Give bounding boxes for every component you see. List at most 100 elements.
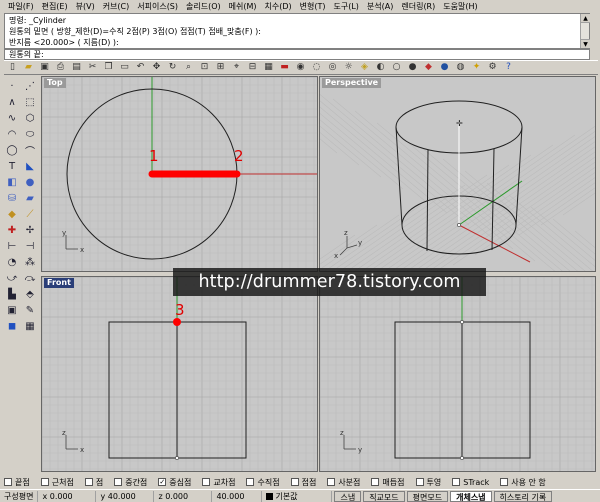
fillet-tool-icon[interactable]: ⌒ <box>22 142 38 158</box>
osnap-checkbox[interactable] <box>452 478 461 486</box>
osnap-item[interactable]: 사분점 <box>327 477 360 488</box>
viewport-title-perspective[interactable]: Perspective <box>322 78 382 88</box>
array-tool-icon[interactable]: ▙ <box>4 286 20 302</box>
mesh-tool-icon[interactable]: ◆ <box>4 206 20 222</box>
viewport-right[interactable]: z y <box>319 276 596 472</box>
viewport-top[interactable]: 1 2 y x Top <box>41 76 318 272</box>
polygon-tool-icon[interactable]: ⬡ <box>22 110 38 126</box>
osnap-item[interactable]: STrack <box>452 478 489 487</box>
osnap-item[interactable]: 점 <box>84 477 103 488</box>
osnap-item[interactable]: 접점 <box>290 477 316 488</box>
undo-icon[interactable]: ↶ <box>134 61 147 74</box>
viewport-front-canvas[interactable]: 3 z x <box>42 277 318 472</box>
select-icon[interactable]: ◌ <box>310 61 323 74</box>
split-tool-icon[interactable]: ⊣ <box>22 238 38 254</box>
snap-toggle-button[interactable]: 스냅 <box>334 490 362 502</box>
extrude-tool-icon[interactable]: ▰ <box>22 190 38 206</box>
scroll-down-icon[interactable]: ▼ <box>581 39 590 48</box>
box-tool-icon[interactable]: ◧ <box>4 174 20 190</box>
viewport-front[interactable]: 3 z x Front <box>41 276 318 472</box>
paste-icon[interactable]: ▭ <box>118 61 131 74</box>
pan-icon[interactable]: ✥ <box>150 61 163 74</box>
dimension-tool-icon[interactable]: ⟋ <box>22 206 38 222</box>
copy-tool-icon[interactable]: ⤼ <box>22 270 38 286</box>
menu-view[interactable]: 뷰(V) <box>72 1 99 12</box>
viewport-title-top[interactable]: Top <box>44 78 66 88</box>
zoom-window-icon[interactable]: ⊡ <box>198 61 211 74</box>
options-icon[interactable]: ⚙ <box>486 61 499 74</box>
viewport-right-canvas[interactable]: z y <box>320 277 596 472</box>
layer-icon[interactable]: ◈ <box>358 61 371 74</box>
osnap-checkbox[interactable] <box>500 478 509 486</box>
text-tool-icon[interactable]: T <box>4 158 20 174</box>
line-tool-icon[interactable]: ∧ <box>4 94 20 110</box>
command-history-scrollbar[interactable]: ▲ ▼ <box>580 14 590 48</box>
print-icon[interactable]: ⎙ <box>54 61 67 74</box>
copy-icon[interactable]: ❐ <box>102 61 115 74</box>
menu-mesh[interactable]: 메쉬(M) <box>225 1 261 12</box>
move-tool-icon[interactable]: ⤻ <box>4 270 20 286</box>
properties-icon[interactable]: ◐ <box>374 61 387 74</box>
menu-analyze[interactable]: 분석(A) <box>363 1 397 12</box>
wireframe-icon[interactable]: ○ <box>390 61 403 74</box>
cylinder-tool-icon[interactable]: ⛁ <box>4 190 20 206</box>
status-cplane[interactable]: 구성평면 <box>0 490 39 502</box>
zoom-extents-icon[interactable]: ⊞ <box>214 61 227 74</box>
explode-tool-icon[interactable]: ✢ <box>22 222 38 238</box>
cplane-icon[interactable]: ▦ <box>262 61 275 74</box>
block-tool-icon[interactable]: ▣ <box>4 302 20 318</box>
zoom-icon[interactable]: ⌕ <box>182 61 195 74</box>
viewport-perspective-canvas[interactable]: ✛ z y x <box>320 77 596 272</box>
osnap-checkbox[interactable] <box>246 478 255 486</box>
save-icon[interactable]: ▣ <box>38 61 51 74</box>
osnap-item[interactable]: 사용 안 함 <box>500 477 546 488</box>
import-icon[interactable]: ▤ <box>70 61 83 74</box>
4-views-icon[interactable]: ⊟ <box>246 61 259 74</box>
point-on-icon[interactable]: ◉ <box>294 61 307 74</box>
osnap-item[interactable]: 수직점 <box>246 477 280 488</box>
rendered-icon[interactable]: ◆ <box>422 61 435 74</box>
new-icon[interactable]: ▯ <box>6 61 19 74</box>
arc-tool-icon[interactable]: ◠ <box>4 126 20 142</box>
osnap-item[interactable]: 투영 <box>415 477 441 488</box>
render-icon[interactable]: ● <box>438 61 451 74</box>
point-tool-icon[interactable]: · <box>4 78 20 94</box>
menu-surface[interactable]: 서피이스(S) <box>133 1 182 12</box>
menu-transform[interactable]: 변형(T) <box>296 1 330 12</box>
ortho-toggle-button[interactable]: 직교모드 <box>363 490 405 502</box>
osnap-checkbox[interactable] <box>40 478 49 486</box>
viewport-perspective[interactable]: ✛ z y x Perspective <box>319 76 596 272</box>
ellipse-tool-icon[interactable]: ⬭ <box>22 126 38 142</box>
join-tool-icon[interactable]: ◔ <box>4 254 20 270</box>
curve-tool-icon[interactable]: ∿ <box>4 110 20 126</box>
menu-render[interactable]: 렌더링(R) <box>397 1 439 12</box>
menu-solid[interactable]: 솔리드(O) <box>182 1 225 12</box>
menu-tools[interactable]: 도구(L) <box>330 1 363 12</box>
osnap-checkbox[interactable]: ✓ <box>158 478 167 486</box>
shaded-icon[interactable]: ● <box>406 61 419 74</box>
osnap-item[interactable]: ✓ 중심점 <box>158 477 191 488</box>
material-icon[interactable]: ◍ <box>454 61 467 74</box>
osnap-checkbox[interactable] <box>290 478 299 486</box>
circle-tool-icon[interactable]: ◯ <box>4 142 20 158</box>
osnap-checkbox[interactable] <box>371 478 380 486</box>
help-icon[interactable]: ? <box>502 61 515 74</box>
command-prompt-input[interactable]: 원통의 끝: <box>4 49 590 60</box>
osnap-item[interactable]: 교차점 <box>202 477 235 488</box>
light-icon[interactable]: ✦ <box>470 61 483 74</box>
trim-tool-icon[interactable]: ⊢ <box>4 238 20 254</box>
osnap-checkbox[interactable] <box>114 478 123 486</box>
osnap-item[interactable]: 중간점 <box>114 477 147 488</box>
osnap-toggle-button[interactable]: 개체스냅 <box>450 490 492 502</box>
mirror-tool-icon[interactable]: ⬘ <box>22 286 38 302</box>
camera-icon[interactable]: ▬ <box>278 61 291 74</box>
osnap-checkbox[interactable] <box>202 478 211 486</box>
menu-edit[interactable]: 편집(E) <box>38 1 72 12</box>
lock-icon[interactable]: ☼ <box>342 61 355 74</box>
polyline-tool-icon[interactable]: ⋰ <box>22 78 38 94</box>
viewport-title-front[interactable]: Front <box>44 278 74 288</box>
menu-curve[interactable]: 커브(C) <box>99 1 134 12</box>
analyze-tool-icon[interactable]: ✎ <box>22 302 38 318</box>
menu-dimension[interactable]: 치수(D) <box>261 1 296 12</box>
osnap-checkbox[interactable] <box>84 478 93 486</box>
